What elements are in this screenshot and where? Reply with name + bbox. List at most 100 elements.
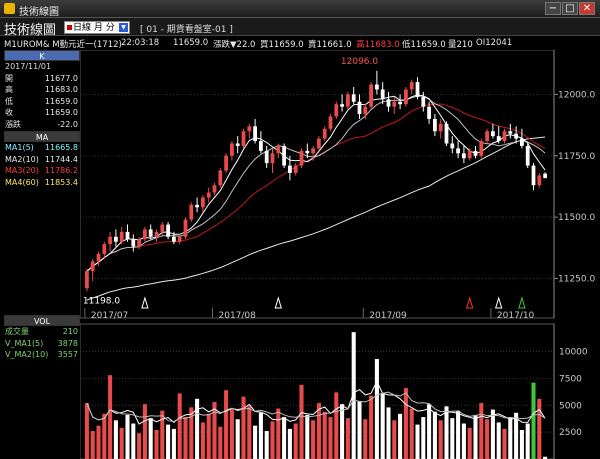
- volume-bar: [415, 424, 420, 459]
- volume-bar: [247, 406, 252, 459]
- vol-row-0-value: 210: [62, 327, 78, 336]
- candle-body: [485, 131, 489, 142]
- chevron-down-icon[interactable]: ▼: [119, 23, 128, 32]
- vol-row-2-label: V_MA2(10): [5, 350, 49, 359]
- chart-area[interactable]: 12000.0 11750.0 11500.0 11250.0 12096.0 11198…: [80, 50, 600, 459]
- volume-bar: [102, 413, 107, 459]
- candle-body: [351, 94, 356, 102]
- k-section-header: K: [4, 50, 80, 61]
- volume-bar: [119, 427, 124, 459]
- volume-bar: [253, 425, 258, 459]
- period-select[interactable]: 日線 月 分 ▼: [64, 21, 130, 34]
- x-tick-label: 2017/08: [219, 311, 257, 321]
- document-label: [ 01 - 期貨看盤室-01 ]: [140, 25, 233, 35]
- window-titlebar[interactable]: 技術線圖 − □ ✕: [0, 0, 600, 18]
- candle-body: [235, 143, 240, 146]
- candle-body: [462, 153, 466, 159]
- candle-body: [433, 118, 437, 132]
- volume-bar: [96, 425, 101, 459]
- ma-row-3-label: MA4(60): [5, 177, 39, 187]
- candle: [218, 168, 223, 188]
- volume-bar: [479, 403, 484, 459]
- volume-bar: [311, 420, 316, 459]
- candle-body: [230, 143, 234, 156]
- k-date: 2017/11/01: [5, 62, 52, 71]
- ohlc-row-0-value: 11677.0: [44, 73, 78, 83]
- info-panel: K 2017/11/01 開 11677.0 高 11683.0 低 11659.0 收 11…: [4, 50, 80, 459]
- app-logo-icon: [4, 3, 15, 14]
- x-tick-label: 2017/07: [91, 311, 128, 321]
- ma-row-1-value: 11744.4: [44, 154, 78, 164]
- ohlc-row-1-label: 高: [5, 85, 13, 94]
- candle-body: [201, 197, 205, 208]
- candle-body: [177, 236, 182, 242]
- volume-bar: [508, 417, 513, 459]
- volume-bar: [374, 359, 379, 459]
- ohlc-row-3: 收 11659.0: [4, 107, 80, 119]
- candle-body: [380, 89, 385, 100]
- candle-body: [282, 145, 286, 166]
- candle-body: [531, 165, 536, 186]
- candle-body: [317, 138, 321, 149]
- volume-bar: [421, 417, 426, 459]
- candle-body: [520, 138, 524, 146]
- app-window: 技術線圖 − □ ✕ 技術線圖 日線 月 分 ▼ [ 01 - 期貨看盤室-01…: [0, 0, 600, 459]
- candle-body: [322, 128, 327, 139]
- candle-body: [90, 261, 95, 272]
- candle-body: [96, 253, 101, 262]
- ohlc-row-3-value: 11659.0: [44, 108, 78, 117]
- ohlc-row-2: 低 11659.0: [4, 96, 80, 108]
- quote-bar: M1UROM& M勤元近一(1712) 22:03:18 11659.0 漲跌▼…: [0, 36, 600, 50]
- volume-bar: [113, 420, 118, 459]
- candle-body: [496, 136, 501, 142]
- volume-bar: [502, 428, 507, 459]
- quote-sell: 賣11661.0: [308, 40, 352, 50]
- ohlc-row-1: 高 11683.0: [4, 84, 80, 96]
- volume-bar: [224, 390, 229, 459]
- candle-body: [195, 204, 199, 208]
- candle: [334, 101, 339, 119]
- volume-bar: [334, 392, 339, 459]
- quote-symbol[interactable]: M1UROM& M勤元近一(1712): [4, 38, 122, 50]
- ohlc-row-4: 漲跌 -22.0: [4, 119, 80, 131]
- volume-bar: [154, 429, 159, 459]
- candle-body: [154, 231, 159, 237]
- candle-body: [259, 141, 263, 151]
- candle-body: [166, 224, 170, 237]
- x-tick-label: 2017/09: [369, 311, 407, 321]
- ohlc-row-2-label: 低: [5, 96, 13, 106]
- candle: [282, 143, 286, 169]
- candle-body: [143, 229, 147, 240]
- volume-bar: [398, 413, 403, 459]
- ohlc-row-3-label: 收: [5, 108, 13, 117]
- ma-row-3: MA4(60) 11853.4: [4, 177, 80, 189]
- ohlc-row-1-value: 11683.0: [44, 85, 78, 94]
- close-button[interactable]: ✕: [579, 2, 595, 15]
- candle-body: [421, 96, 426, 107]
- candle-body: [125, 231, 130, 240]
- volume-bar: [177, 393, 182, 459]
- volume-bar: [264, 431, 269, 459]
- volume-bar: [200, 422, 205, 459]
- candle-body: [427, 106, 431, 119]
- candle: [166, 222, 170, 240]
- toolbar: 技術線圖 日線 月 分 ▼ [ 01 - 期貨看盤室-01 ]: [0, 18, 600, 38]
- candle: [328, 114, 333, 132]
- ohlc-row-0: 開 11677.0: [4, 73, 80, 85]
- candle-body: [438, 123, 443, 132]
- candle-body: [386, 99, 391, 107]
- maximize-button[interactable]: □: [562, 2, 578, 15]
- candle-body: [409, 82, 414, 90]
- ma-row-0-value: 11665.8: [44, 143, 78, 152]
- candle: [369, 82, 373, 110]
- candle-body: [508, 131, 513, 134]
- vol-row-1: V_MA1(5) 3878: [4, 338, 80, 350]
- volume-bar: [328, 417, 333, 459]
- candle-body: [369, 84, 373, 107]
- candle-body: [467, 150, 472, 159]
- volume-bar: [316, 403, 321, 459]
- volume-bar: [189, 407, 194, 459]
- minimize-button[interactable]: −: [545, 2, 561, 15]
- volume-bar: [299, 384, 304, 459]
- candle-body: [102, 244, 107, 254]
